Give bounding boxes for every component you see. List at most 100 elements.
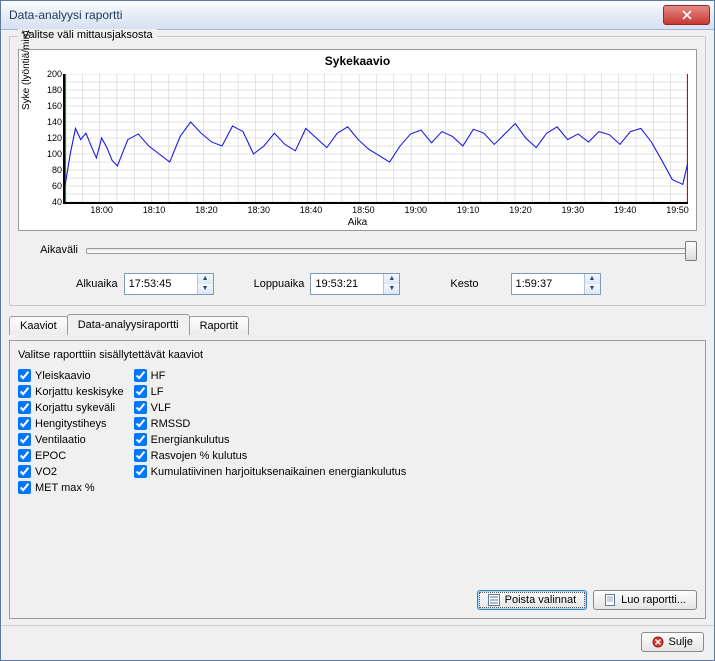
chart-y-tick: 200 xyxy=(47,69,62,79)
checkbox-input[interactable] xyxy=(134,401,147,414)
checkbox-input[interactable] xyxy=(134,369,147,382)
checkbox-met-max-[interactable]: MET max % xyxy=(18,481,124,494)
tab-kaaviot[interactable]: Kaaviot xyxy=(9,316,68,335)
start-time-up[interactable]: ▲ xyxy=(198,274,213,284)
chart-y-tick: 100 xyxy=(47,149,62,159)
checkbox-column: HF LF VLF RMSSD Energiankulutus Rasvojen % ku… xyxy=(134,369,407,494)
checkbox-input[interactable] xyxy=(18,433,31,446)
end-time-label: Loppuaika xyxy=(254,278,305,290)
dialog-footer: Sulje xyxy=(1,625,714,660)
checkbox-lf[interactable]: LF xyxy=(134,385,407,398)
checkbox-energiankulutus[interactable]: Energiankulutus xyxy=(134,433,407,446)
close-dialog-label: Sulje xyxy=(669,636,693,648)
start-time-spinner[interactable]: ▲▼ xyxy=(124,273,214,295)
checkbox-input[interactable] xyxy=(18,369,31,382)
start-time-input[interactable] xyxy=(125,275,197,293)
checkbox-input[interactable] xyxy=(18,417,31,430)
checkbox-vlf[interactable]: VLF xyxy=(134,401,407,414)
cancel-icon xyxy=(652,636,664,648)
chart-x-tick: 19:00 xyxy=(404,205,427,215)
duration-down[interactable]: ▼ xyxy=(585,284,600,294)
report-group-label: Valitse raporttiin sisällytettävät kaavi… xyxy=(18,349,697,361)
checkbox-label: Kumulatiivinen harjoituksenaikainen ener… xyxy=(151,466,407,478)
checkbox-label: Yleiskaavio xyxy=(35,370,91,382)
checkbox-input[interactable] xyxy=(18,449,31,462)
end-time-down[interactable]: ▼ xyxy=(384,284,399,294)
panel-button-row: Poista valinnat Luo raportti... xyxy=(18,580,697,610)
chart-y-tick: 120 xyxy=(47,133,62,143)
checkbox-yleiskaavio[interactable]: Yleiskaavio xyxy=(18,369,124,382)
checkbox-label: Ventilaatio xyxy=(35,434,86,446)
measurement-range-group: Valitse väli mittausjaksosta Sykekaavio … xyxy=(9,36,706,306)
checkbox-label: Korjattu keskisyke xyxy=(35,386,124,398)
duration-input[interactable] xyxy=(512,275,584,293)
checkbox-input[interactable] xyxy=(134,465,147,478)
slider-thumb[interactable] xyxy=(685,241,697,261)
duration-spinner[interactable]: ▲▼ xyxy=(511,273,601,295)
chart-x-axis-label: Aika xyxy=(19,217,696,228)
checkbox-korjattu-sykev-li[interactable]: Korjattu sykeväli xyxy=(18,401,124,414)
dialog-body: Valitse väli mittausjaksosta Sykekaavio … xyxy=(1,30,714,625)
checkbox-input[interactable] xyxy=(134,449,147,462)
checkbox-kumulatiivinen-harjoituksenaikainen-energiankulutus[interactable]: Kumulatiivinen harjoituksenaikainen ener… xyxy=(134,465,407,478)
checkbox-vo2[interactable]: VO2 xyxy=(18,465,124,478)
end-time-input[interactable] xyxy=(311,275,383,293)
document-icon xyxy=(604,594,616,606)
checkbox-korjattu-keskisyke[interactable]: Korjattu keskisyke xyxy=(18,385,124,398)
checkbox-ventilaatio[interactable]: Ventilaatio xyxy=(18,433,124,446)
checkbox-input[interactable] xyxy=(18,465,31,478)
checkbox-label: RMSSD xyxy=(151,418,191,430)
chart-title: Sykekaavio xyxy=(19,50,696,72)
chart-y-tick: 160 xyxy=(47,101,62,111)
end-time-spinner[interactable]: ▲▼ xyxy=(310,273,400,295)
time-range-slider-row: Aikaväli xyxy=(18,241,697,259)
chart-svg xyxy=(65,74,688,202)
chart-x-tick: 19:10 xyxy=(457,205,480,215)
checkbox-columns: Yleiskaavio Korjattu keskisyke Korjattu sy… xyxy=(18,369,697,494)
time-fields-row: Alkuaika ▲▼ Loppuaika ▲▼ Kesto ▲▼ xyxy=(18,273,697,295)
chart-x-tick: 19:50 xyxy=(666,205,689,215)
checkbox-input[interactable] xyxy=(134,417,147,430)
end-time-up[interactable]: ▲ xyxy=(384,274,399,284)
checkbox-input[interactable] xyxy=(134,433,147,446)
clear-selections-button[interactable]: Poista valinnat xyxy=(477,590,588,610)
list-icon xyxy=(488,594,500,606)
create-report-button[interactable]: Luo raportti... xyxy=(593,590,697,610)
checkbox-label: VO2 xyxy=(35,466,57,478)
tab-raportit[interactable]: Raportit xyxy=(189,316,250,335)
measurement-range-label: Valitse väli mittausjaksosta xyxy=(18,29,157,41)
time-range-slider[interactable] xyxy=(86,241,697,259)
checkbox-rasvojen-kulutus[interactable]: Rasvojen % kulutus xyxy=(134,449,407,462)
checkbox-input[interactable] xyxy=(18,385,31,398)
checkbox-input[interactable] xyxy=(18,481,31,494)
slider-track xyxy=(86,248,697,254)
checkbox-input[interactable] xyxy=(134,385,147,398)
create-report-label: Luo raportti... xyxy=(621,594,686,606)
window-title: Data-analyysi raportti xyxy=(9,8,663,22)
chart-x-tick: 18:10 xyxy=(143,205,166,215)
titlebar: Data-analyysi raportti xyxy=(1,1,714,30)
checkbox-label: VLF xyxy=(151,402,171,414)
checkbox-input[interactable] xyxy=(18,401,31,414)
checkbox-label: Korjattu sykeväli xyxy=(35,402,115,414)
chart-plot-area: 40608010012014016018020018:0018:1018:201… xyxy=(63,74,688,204)
checkbox-hengitystiheys[interactable]: Hengitystiheys xyxy=(18,417,124,430)
close-button[interactable] xyxy=(663,5,710,25)
chart-y-tick: 180 xyxy=(47,85,62,95)
close-icon xyxy=(682,10,692,20)
chart-x-tick: 18:40 xyxy=(300,205,323,215)
chart-y-tick: 40 xyxy=(52,197,62,207)
checkbox-rmssd[interactable]: RMSSD xyxy=(134,417,407,430)
chart-x-tick: 18:20 xyxy=(195,205,218,215)
tab-data-analyysiraportti[interactable]: Data-analyysiraportti xyxy=(67,314,190,335)
clear-selections-label: Poista valinnat xyxy=(505,594,577,606)
start-time-down[interactable]: ▼ xyxy=(198,284,213,294)
close-dialog-button[interactable]: Sulje xyxy=(641,632,704,652)
chart-x-tick: 19:30 xyxy=(562,205,585,215)
chart-x-tick: 19:20 xyxy=(509,205,532,215)
start-time-label: Alkuaika xyxy=(76,278,118,290)
checkbox-hf[interactable]: HF xyxy=(134,369,407,382)
checkbox-label: MET max % xyxy=(35,482,95,494)
checkbox-epoc[interactable]: EPOC xyxy=(18,449,124,462)
duration-up[interactable]: ▲ xyxy=(585,274,600,284)
